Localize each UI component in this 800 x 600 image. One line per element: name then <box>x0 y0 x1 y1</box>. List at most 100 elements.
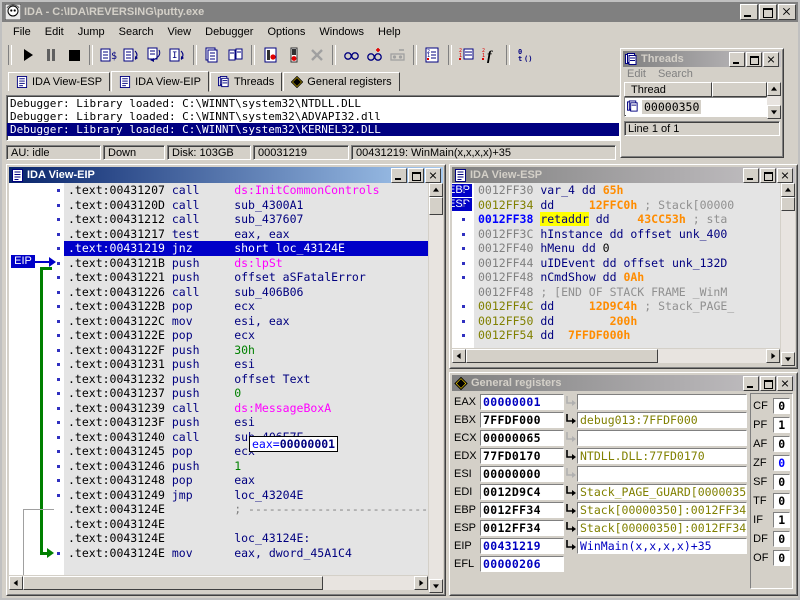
register-follow-arrow-icon[interactable] <box>564 431 577 446</box>
disassembly-line[interactable]: .text:00431221 push offset aSFatalError <box>64 270 428 285</box>
scroll-up-button[interactable] <box>781 183 795 197</box>
breakpoint-list-icon[interactable] <box>259 44 282 66</box>
threads-close-button[interactable] <box>763 52 779 67</box>
menu-item-view[interactable]: View <box>160 24 198 40</box>
pause-icon[interactable] <box>39 44 62 66</box>
disassembly-line[interactable]: .text:00431212 call sub_437607 <box>64 212 428 227</box>
close-button[interactable] <box>778 4 796 20</box>
registers-window[interactable]: General registers EAX00000001EBX7FFDF000… <box>449 372 798 596</box>
column-header-thread[interactable]: Thread <box>624 82 712 97</box>
register-value[interactable]: 00000000 <box>480 466 564 482</box>
registers-close-button[interactable] <box>777 376 793 391</box>
disassembly-horizontal-scrollbar[interactable] <box>9 576 428 590</box>
run-to-cursor-icon[interactable]: I <box>166 44 189 66</box>
disassembly-code-column[interactable]: .text:00431207 call ds:InitCommonControl… <box>64 183 428 575</box>
disassembly-line[interactable]: .text:00431219 jnz short loc_43124E <box>64 241 428 256</box>
disassembly-maximize-button[interactable] <box>408 168 424 183</box>
stack-maximize-button[interactable] <box>760 168 776 183</box>
disassembly-listing[interactable]: EIP .text: <box>9 183 428 575</box>
register-description[interactable] <box>577 430 747 446</box>
scroll-down-button[interactable] <box>781 352 795 366</box>
register-value[interactable]: 0012FF34 <box>480 520 564 536</box>
scroll-up-button[interactable] <box>767 82 781 96</box>
column-header-blank[interactable] <box>712 82 767 97</box>
output-line[interactable]: Debugger: Library loaded: C:\WINNT\syste… <box>7 110 619 123</box>
function-icon[interactable]: 21f <box>479 44 502 66</box>
register-value[interactable]: 00000206 <box>480 556 564 572</box>
stack-line[interactable]: 0012FF54 dd 7FFDF000h <box>474 328 780 343</box>
registers-minimize-button[interactable] <box>743 376 759 391</box>
disassembly-line[interactable]: .text:0043124E ; -----------------------… <box>64 502 428 517</box>
stack-listing[interactable]: EBP ESP 0012FF30 var_4 dd 65h0012FF34 dd… <box>452 183 780 348</box>
menu-item-options[interactable]: Options <box>260 24 312 40</box>
strings-icon[interactable]: 0t() <box>514 44 537 66</box>
disassembly-line[interactable]: .text:00431248 pop eax <box>64 473 428 488</box>
register-description[interactable]: Stack[00000350]:0012FF34 <box>577 502 747 518</box>
stack-line[interactable]: 0012FF34 dd 12FFC0h ; Stack[00000 <box>474 198 780 213</box>
delete-breakpoint-icon[interactable] <box>305 44 328 66</box>
register-follow-arrow-icon[interactable] <box>564 413 577 428</box>
output-window[interactable]: Debugger: Library loaded: C:\WINNT\syste… <box>6 95 620 141</box>
stack-minimize-button[interactable] <box>743 168 759 183</box>
flag-value[interactable]: 1 <box>773 512 790 528</box>
stack-line[interactable]: 0012FF50 dd 200h <box>474 314 780 329</box>
register-description[interactable]: WinMain(x,x,x,x)+35 <box>577 538 747 554</box>
register-value[interactable]: 00000001 <box>480 394 564 410</box>
flag-value[interactable]: 0 <box>773 474 790 490</box>
disassembly-line[interactable]: .text:0043123F push esi <box>64 415 428 430</box>
vscroll-thumb[interactable] <box>781 197 795 211</box>
register-value[interactable]: 77FD0170 <box>480 448 564 464</box>
disassembly-line[interactable]: .text:0043122B pop ecx <box>64 299 428 314</box>
disassembly-line[interactable]: .text:00431207 call ds:InitCommonControl… <box>64 183 428 198</box>
register-follow-arrow-icon[interactable] <box>564 485 577 500</box>
register-follow-arrow-icon[interactable] <box>564 503 577 518</box>
minimize-button[interactable] <box>740 4 758 20</box>
disassembly-line[interactable]: .text:0043122E pop ecx <box>64 328 428 343</box>
register-description[interactable]: debug013:7FFDF000 <box>577 412 747 428</box>
list-pages-icon[interactable] <box>224 44 247 66</box>
register-follow-arrow-icon[interactable] <box>564 521 577 536</box>
registers-maximize-button[interactable] <box>760 376 776 391</box>
flag-value[interactable]: 0 <box>773 455 790 471</box>
menu-item-debugger[interactable]: Debugger <box>198 24 260 40</box>
disassembly-line[interactable]: .text:00431237 push 0 <box>64 386 428 401</box>
flag-value[interactable]: 1 <box>773 417 790 433</box>
disassembly-line[interactable]: .text:00431240 call sub_406E7E <box>64 430 428 445</box>
stack-line[interactable]: 0012FF48 ; [END OF STACK FRAME _WinM <box>474 285 780 300</box>
flag-value[interactable]: 0 <box>773 550 790 566</box>
stack-trace-icon[interactable]: 21 <box>421 44 444 66</box>
step-into-icon[interactable]: $ <box>97 44 120 66</box>
disassembly-close-button[interactable] <box>425 168 441 183</box>
tab-ida-view-esp[interactable]: IDA View-ESP <box>8 72 110 91</box>
disassembly-vertical-scrollbar[interactable] <box>429 183 443 593</box>
threads-window[interactable]: Threads EditSearch Thread <box>620 48 784 158</box>
stack-close-button[interactable] <box>777 168 793 183</box>
disassembly-line[interactable]: .text:00431249 jmp loc_43204E <box>64 488 428 503</box>
register-value[interactable]: 0012FF34 <box>480 502 564 518</box>
disassembly-line[interactable]: .text:0043124E loc_43124E: <box>64 531 428 546</box>
menu-item-file[interactable]: File <box>6 24 38 40</box>
scroll-right-button[interactable] <box>766 349 780 363</box>
register-description[interactable]: Stack[00000350]:0012FF34 <box>577 520 747 536</box>
stack-line[interactable]: 0012FF44 uIDEvent dd offset unk_132D <box>474 256 780 271</box>
hscroll-thumb[interactable] <box>23 576 323 590</box>
enumerate-icon[interactable]: 21 <box>456 44 479 66</box>
register-value[interactable]: 7FFDF000 <box>480 412 564 428</box>
scroll-track[interactable] <box>767 96 780 105</box>
watch-view-icon[interactable] <box>340 44 363 66</box>
hscroll-thumb[interactable] <box>466 349 658 363</box>
menu-item-edit[interactable]: Edit <box>38 24 71 40</box>
register-follow-arrow-icon[interactable] <box>564 449 577 464</box>
scroll-left-button[interactable] <box>9 576 23 590</box>
register-description[interactable] <box>577 394 747 410</box>
disassembly-line[interactable]: .text:00431231 push esi <box>64 357 428 372</box>
scroll-right-button[interactable] <box>414 576 428 590</box>
add-watch-icon[interactable] <box>363 44 386 66</box>
register-follow-arrow-icon[interactable] <box>564 539 577 554</box>
tab-threads[interactable]: Threads <box>210 72 282 91</box>
disassembly-line[interactable]: .text:00431232 push offset Text <box>64 372 428 387</box>
threads-vertical-scrollbar[interactable] <box>767 82 780 119</box>
menu-item-help[interactable]: Help <box>371 24 408 40</box>
flag-value[interactable]: 0 <box>773 436 790 452</box>
threads-menu-edit[interactable]: Edit <box>627 68 646 80</box>
